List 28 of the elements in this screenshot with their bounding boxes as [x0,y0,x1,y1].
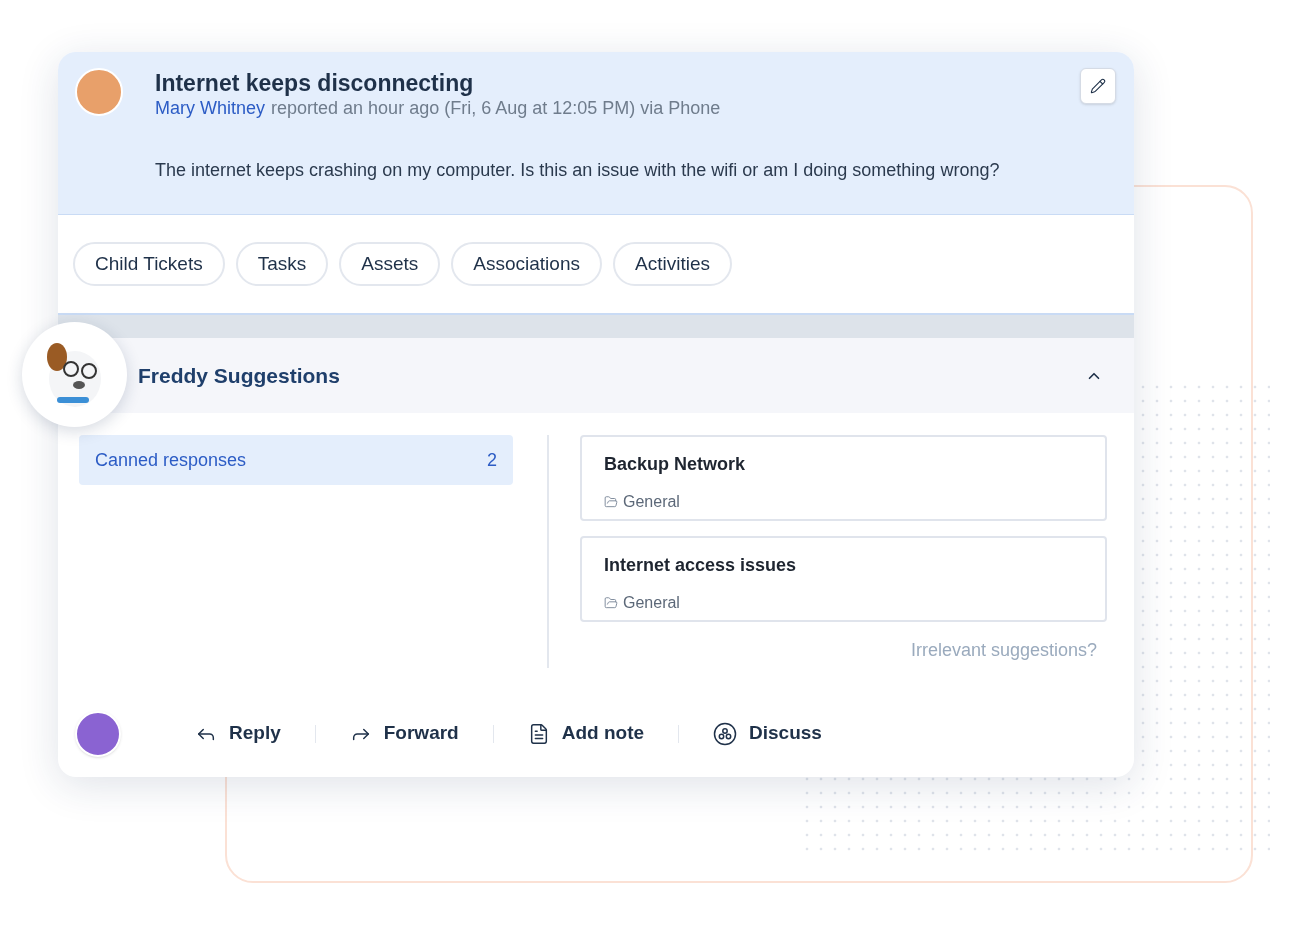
folder-label: General [623,492,680,512]
suggestion-card[interactable]: Internet access issues General [580,536,1107,622]
action-button[interactable]: Forward [331,713,477,754]
ticket-description: The internet keeps crashing on my computer. Is this an issue with the wifi or am I doing something wrong? [155,159,1001,182]
folder-icon [604,596,618,610]
tab-pill[interactable]: Activities [613,242,732,286]
tab-pill[interactable]: Tasks [235,242,329,286]
requester-avatar [75,68,123,116]
suggestion-card[interactable]: Backup Network General [580,435,1107,521]
edit-icon [1090,78,1106,94]
folder-icon [604,495,618,509]
tab-pill[interactable]: Child Tickets [73,242,225,286]
ticket-title: Internet keeps disconnecting [155,69,474,98]
suggestion-title: Backup Network [604,453,747,476]
action-button[interactable]: Reply [177,713,299,754]
category-item[interactable]: Canned responses 2 [79,435,513,485]
agent-avatar [75,710,121,757]
tab-pill[interactable]: Assets [339,242,441,286]
action-button[interactable]: Discuss [695,713,840,754]
edit-button[interactable] [1080,68,1116,104]
folder-label: General [623,593,680,613]
suggestion-title: Internet access issues [604,554,798,577]
tab-pill[interactable]: Associations [451,242,602,286]
action-button[interactable]: Add note [509,713,663,754]
suggestions-title: Freddy Suggestions [138,362,340,389]
discuss-icon [713,721,738,746]
requester-link[interactable]: Mary Whitney [155,96,266,120]
ticket-meta: reported an hour ago (Fri, 6 Aug at 12:05 PM) via Phone [271,97,721,120]
